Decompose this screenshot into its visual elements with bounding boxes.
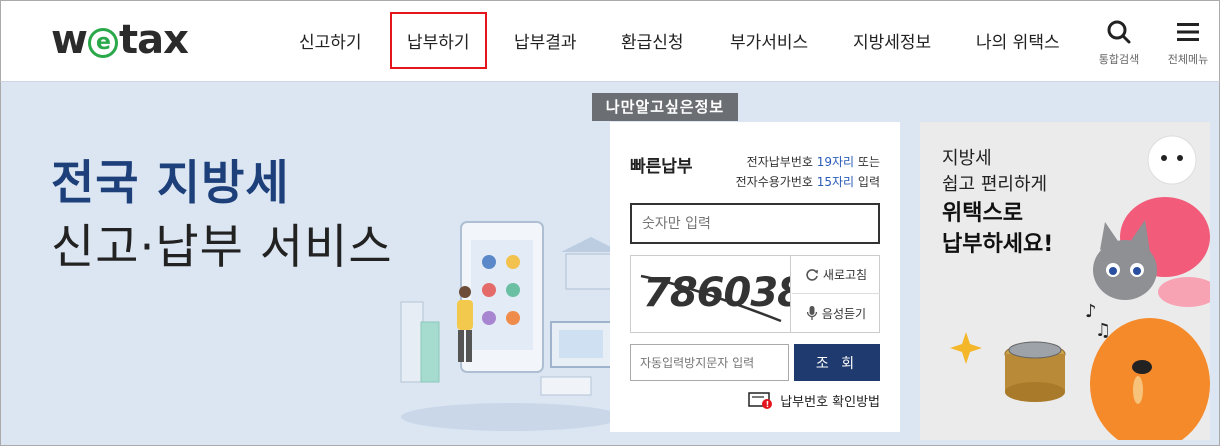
lookup-button[interactable]: 조 회 [794, 344, 880, 381]
payment-number-input[interactable] [630, 203, 880, 244]
logo-text-post: tax [118, 17, 189, 63]
search-label: 통합검색 [1098, 53, 1140, 66]
help-label: 납부번호 확인방법 [780, 394, 880, 410]
desc-line1-num: 19자리 [816, 155, 855, 169]
nav-pay[interactable]: 납부하기 [390, 12, 487, 69]
bill-alert-icon: ! [748, 392, 773, 409]
mascot-illustration: ♪ ♫ [950, 135, 1210, 440]
desc-line2-post: 입력 [854, 175, 880, 189]
svg-text:♪: ♪ [1085, 301, 1097, 322]
svg-text:!: ! [766, 400, 770, 409]
nav-refund[interactable]: 환급신청 [621, 28, 684, 53]
wetax-logo[interactable]: w e tax [51, 17, 189, 63]
payment-number-help-link[interactable]: ! 납부번호 확인방법 [748, 390, 880, 410]
refresh-label: 새로고침 [822, 268, 868, 282]
quick-pay-title: 빠른납부 [630, 157, 693, 177]
desc-line2-num: 15자리 [816, 175, 855, 189]
captcha-image: 786038 [631, 256, 791, 332]
promo-banner[interactable]: 지방세 쉽고 편리하게 위택스로 납부하세요! ♪ ♫ [920, 122, 1210, 440]
nav-local-tax-info[interactable]: 지방세정보 [853, 28, 931, 53]
full-menu-button[interactable]: 전체메뉴 [1163, 19, 1213, 67]
captcha-noise-line [640, 274, 782, 323]
search-icon [1107, 20, 1131, 44]
logo-e-circle: e [87, 28, 118, 58]
hero-title-line1: 전국 지방세 [51, 156, 290, 211]
full-menu-label: 전체메뉴 [1167, 53, 1209, 66]
captcha-audio-button[interactable]: 음성듣기 [792, 294, 880, 332]
quick-pay-description: 전자납부번호 19자리 또는 전자수용가번호 15자리 입력 [736, 152, 880, 192]
quick-pay-panel: 빠른납부 전자납부번호 19자리 또는 전자수용가번호 15자리 입력 7860… [610, 122, 900, 432]
microphone-icon [806, 306, 818, 320]
captcha-refresh-button[interactable]: 새로고침 [792, 256, 880, 294]
search-button[interactable]: 통합검색 [1094, 19, 1144, 67]
captcha-input[interactable] [630, 344, 789, 381]
desc-line2-pre: 전자수용가번호 [735, 175, 817, 189]
illustration-digital-service [400, 221, 621, 431]
logo-text-pre: w [51, 17, 88, 63]
refresh-icon [806, 268, 818, 281]
captcha-box: 786038 새로고침 음성듣기 [630, 255, 880, 333]
nav-pay-result[interactable]: 납부결과 [514, 28, 577, 53]
audio-label: 음성듣기 [821, 306, 867, 321]
nav-report[interactable]: 신고하기 [299, 28, 362, 53]
nav-my-wetax[interactable]: 나의 위택스 [976, 28, 1060, 53]
desc-line1-pre: 전자납부번호 [746, 155, 817, 169]
hero-title-line2: 신고·납부 서비스 [51, 220, 393, 275]
nav-extra-services[interactable]: 부가서비스 [730, 28, 808, 53]
desc-line1-post: 또는 [854, 155, 880, 169]
hamburger-menu-icon [1177, 23, 1199, 41]
secret-info-tag[interactable]: 나만알고싶은정보 [592, 93, 738, 121]
site-header: w e tax 신고하기 납부하기 납부결과 환급신청 부가서비스 지방세정보 나의… [0, 0, 1220, 82]
